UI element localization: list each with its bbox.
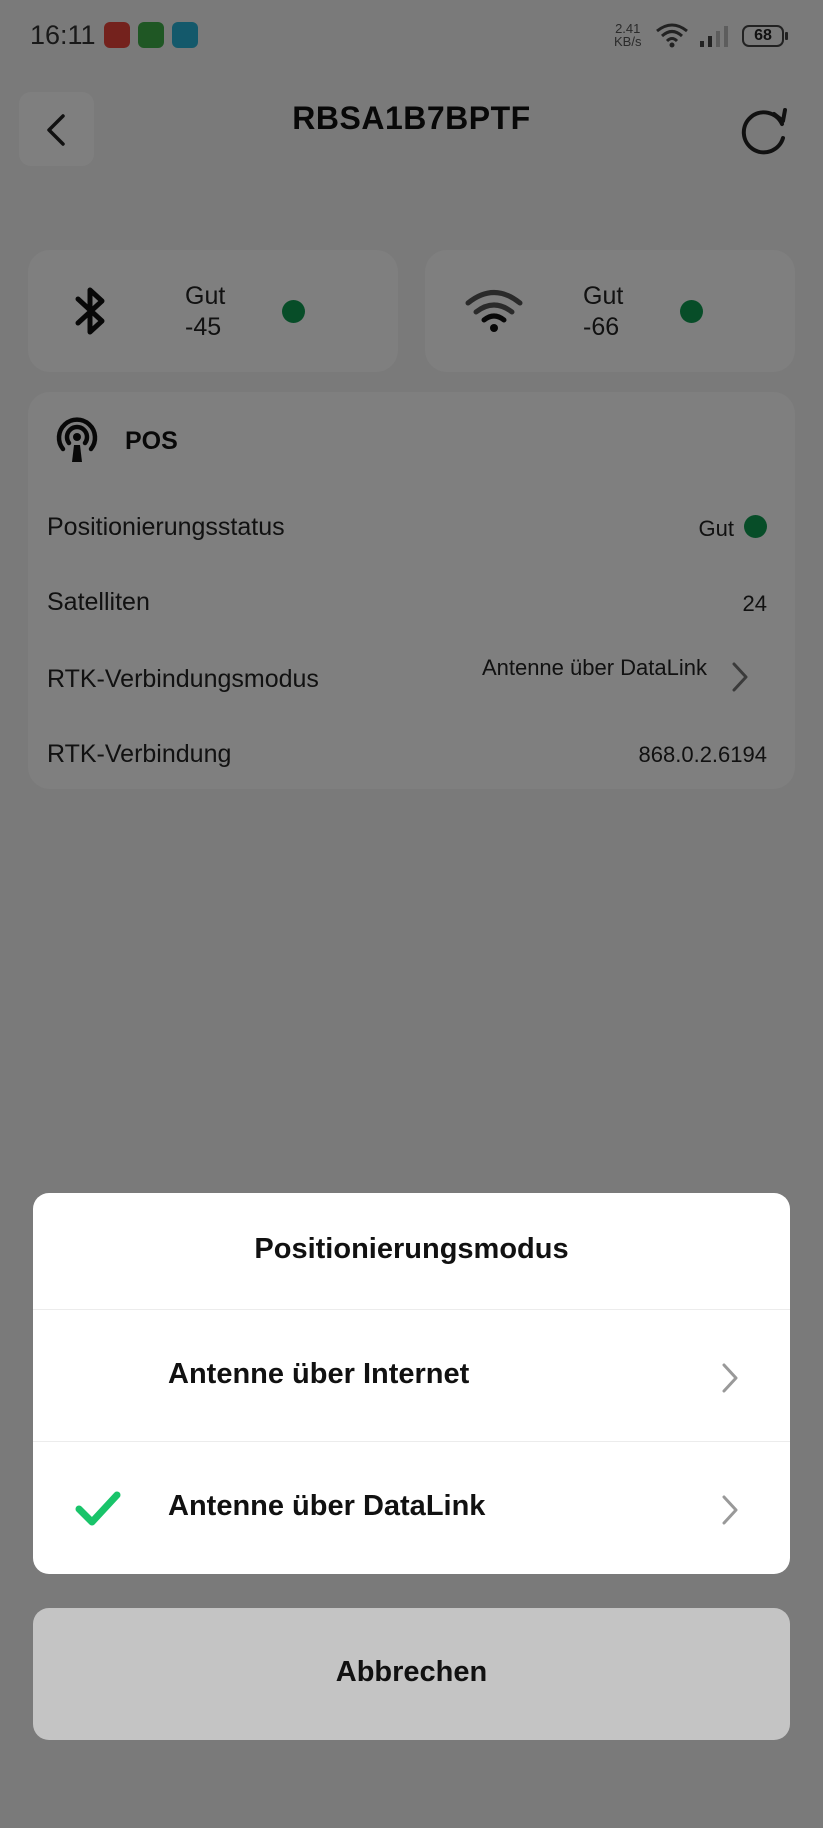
checkmark-icon (75, 1491, 121, 1526)
option-datalink[interactable]: Antenne über DataLink (33, 1442, 790, 1572)
option-label: Antenne über DataLink (168, 1490, 486, 1522)
option-internet[interactable]: Antenne über Internet (33, 1310, 790, 1440)
chevron-right-icon (722, 1363, 738, 1393)
option-label: Antenne über Internet (168, 1358, 470, 1390)
cancel-button[interactable]: Abbrechen (33, 1608, 790, 1740)
chevron-right-icon (722, 1495, 738, 1525)
dialog-title: Positionierungsmodus (254, 1233, 569, 1265)
positioning-mode-dialog: Positionierungsmodus Antenne über Intern… (33, 1193, 790, 1574)
cancel-label: Abbrechen (335, 1656, 488, 1688)
